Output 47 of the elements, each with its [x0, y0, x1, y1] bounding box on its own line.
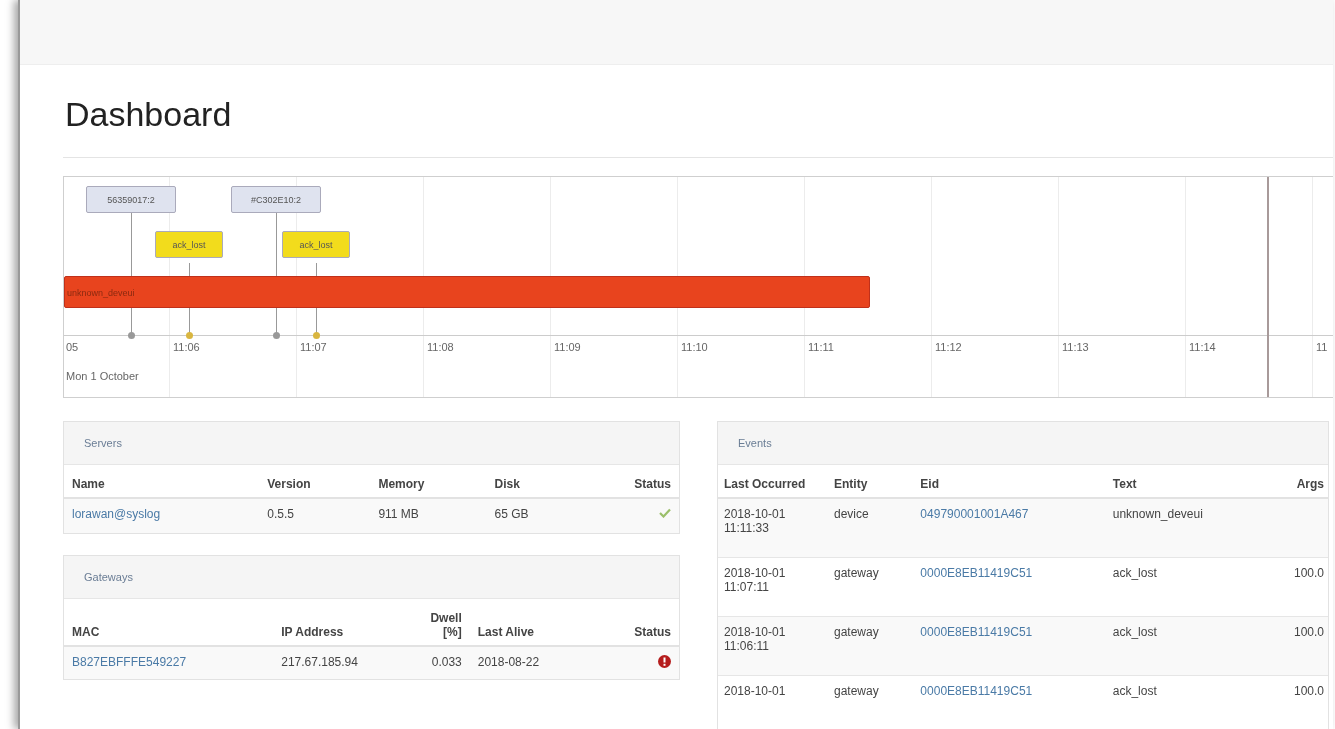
event-dot: [186, 332, 193, 339]
table-cell: device: [828, 498, 915, 558]
date-label: Mon 1 October: [66, 370, 139, 382]
table-cell: 217.67.185.94: [273, 646, 423, 679]
table-cell: 2018-10-01 11:06:11: [718, 616, 828, 676]
table-cell: 2018-10-01 11:11:33: [718, 498, 828, 558]
table-cell: 0.033: [422, 646, 470, 679]
table-link[interactable]: 049790001001A467: [920, 507, 1029, 521]
table-link[interactable]: 0000E8EB11419C51: [920, 566, 1033, 580]
event-dot: [128, 332, 135, 339]
table-cell: 2018-08-22: [469, 646, 595, 679]
axis-label: 11:14: [1189, 341, 1216, 353]
axis-label: 11:07: [300, 341, 327, 353]
table-link[interactable]: 0000E8EB11419C51: [920, 625, 1033, 639]
table-cell: gateway: [828, 675, 915, 729]
axis-label: 11:08: [427, 341, 454, 353]
table-cell: 100.0: [1264, 616, 1328, 676]
page-title: Dashboard: [64, 94, 233, 135]
panel-title: Gateways: [64, 556, 679, 599]
table-cell: 0.5.5: [259, 498, 371, 533]
axis-label: 11:11: [808, 341, 834, 353]
table-cell: ack_lost: [1106, 675, 1265, 729]
panel-title: Events: [718, 422, 1328, 465]
axis-label: 11:13: [1062, 341, 1089, 353]
event-label: ack_lost: [155, 231, 223, 258]
table-cell: gateway: [828, 616, 915, 676]
panel-title: Servers: [64, 422, 679, 465]
axis-label: 11:09: [554, 341, 581, 353]
table-cell: 2018-10-01: [718, 675, 828, 729]
event-label: ack_lost: [282, 231, 350, 258]
table-cell: ack_lost: [1106, 616, 1265, 676]
axis-label: 11:06: [173, 341, 200, 353]
table-cell: unknown_deveui: [1106, 498, 1265, 558]
axis-label: 11: [1316, 341, 1328, 353]
axis-label: 11:12: [935, 341, 962, 353]
table-cell: 911 MB: [370, 498, 487, 533]
axis-label: 05: [66, 341, 79, 353]
event-dot: [313, 332, 320, 339]
event-label: 56359017:2: [86, 186, 176, 213]
event-label: #C302E10:2: [231, 186, 321, 213]
event-dot: [273, 332, 280, 339]
axis-label: 11:10: [681, 341, 708, 353]
table-cell: 100.0: [1264, 675, 1328, 729]
table-link[interactable]: lorawan@syslog: [72, 507, 161, 521]
table-cell: 65 GB: [486, 498, 581, 533]
table-link[interactable]: 0000E8EB11419C51: [920, 684, 1033, 698]
event-range-bar: unknown_deveui: [64, 276, 870, 308]
